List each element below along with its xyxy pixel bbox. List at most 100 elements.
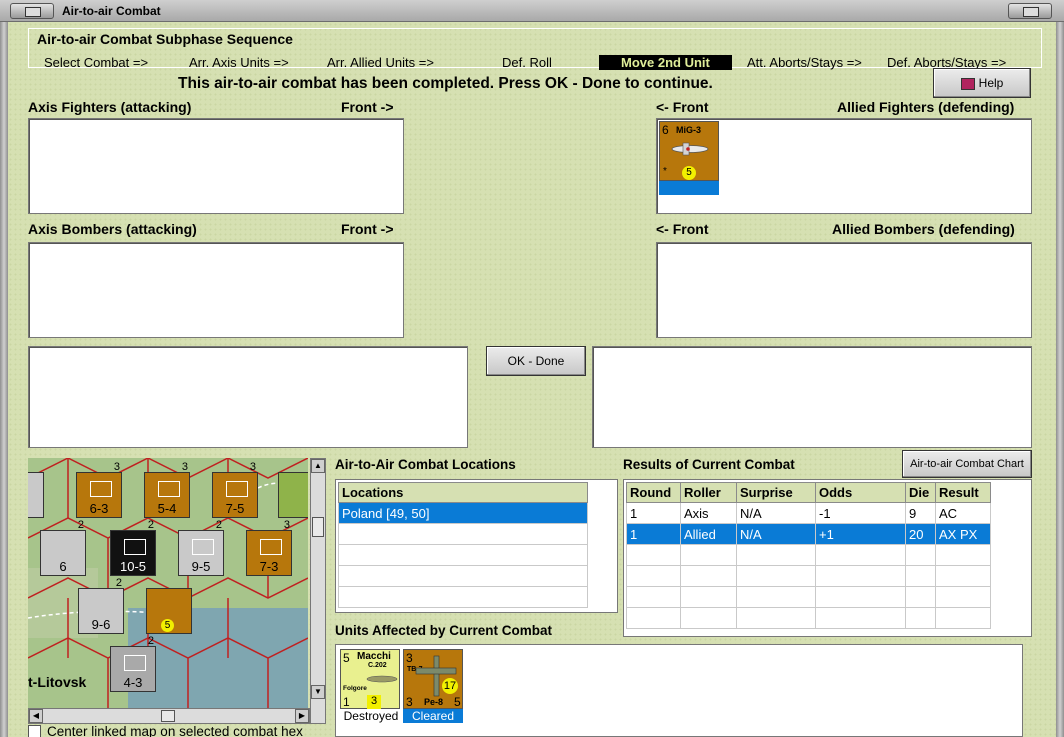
- counter-strength: 6: [662, 123, 669, 137]
- cell: -1: [815, 502, 906, 524]
- col-roller: Roller: [680, 482, 737, 503]
- cell: 9: [905, 502, 936, 524]
- window-title: Air-to-air Combat: [62, 4, 161, 18]
- locations-title: Air-to-Air Combat Locations: [335, 457, 516, 472]
- allied-info-box: [592, 346, 1032, 448]
- counter-sub: C.202: [368, 662, 387, 669]
- allied-fighters-front: <- Front: [656, 99, 709, 115]
- infantry-symbol: [226, 481, 248, 497]
- help-button[interactable]: Help: [933, 68, 1031, 98]
- map-counter[interactable]: 2 9-5: [178, 519, 224, 576]
- scroll-down-arrow-icon[interactable]: ▼: [311, 685, 325, 699]
- center-map-label: Center linked map on selected combat hex: [47, 724, 303, 737]
- subphase-sequence: Air-to-air Combat Subphase Sequence Sele…: [28, 28, 1042, 70]
- mig3-counter[interactable]: 6 MiG-3 * 5: [659, 121, 719, 195]
- window-menu-button[interactable]: [10, 3, 54, 19]
- counter-corner: 3: [283, 519, 290, 531]
- map-counter[interactable]: 2 9-6: [78, 577, 124, 634]
- counter-corner: 2: [147, 635, 154, 647]
- counter-br: 5: [454, 695, 461, 709]
- cell: N/A: [736, 523, 816, 545]
- axis-bombers-box[interactable]: [28, 242, 404, 338]
- infantry-symbol: [90, 481, 112, 497]
- table-row: [626, 607, 991, 629]
- cell: Axis: [680, 502, 737, 524]
- locations-list[interactable]: Locations Poland [49, 50]: [335, 479, 618, 613]
- step-move-2nd-unit: Move 2nd Unit: [599, 55, 732, 70]
- empty-row: [338, 586, 588, 608]
- ok-done-button[interactable]: OK - Done: [486, 346, 586, 376]
- table-row[interactable]: 1 Axis N/A -1 9 AC: [626, 502, 991, 524]
- scroll-up-arrow-icon[interactable]: ▲: [311, 459, 325, 473]
- allied-bombers-box[interactable]: [656, 242, 1032, 338]
- scroll-left-arrow-icon[interactable]: ◀: [29, 709, 43, 723]
- counter-corner: 2: [77, 519, 84, 531]
- map-counter-partial[interactable]: [278, 472, 308, 518]
- status-message: This air-to-air combat has been complete…: [178, 75, 713, 92]
- map-counter[interactable]: 3 7-5: [212, 461, 258, 518]
- map-horizontal-scrollbar[interactable]: ◀ ▶: [28, 708, 310, 724]
- counter-value: 6-3: [89, 501, 109, 516]
- map-counter[interactable]: 2 10-5: [110, 519, 156, 576]
- combat-chart-button[interactable]: Air-to-air Combat Chart: [902, 450, 1032, 478]
- map-vertical-scrollbar[interactable]: ▲ ▼: [310, 458, 326, 724]
- col-die: Die: [905, 482, 936, 503]
- scroll-thumb[interactable]: [312, 517, 324, 537]
- step-def-roll: Def. Roll: [502, 55, 552, 70]
- col-round: Round: [626, 482, 681, 503]
- counter-top: 5: [343, 651, 350, 665]
- counter-value: 9-5: [191, 559, 211, 574]
- table-row[interactable]: 1 Allied N/A +1 20 AX PX: [626, 523, 991, 545]
- empty-row: [338, 544, 588, 566]
- counter-value: 5-4: [157, 501, 177, 516]
- map-counter[interactable]: 2 6: [40, 519, 86, 576]
- infantry-symbol: [124, 655, 146, 671]
- step-att-aborts: Att. Aborts/Stays =>: [747, 55, 862, 70]
- maximize-button[interactable]: [1008, 3, 1052, 19]
- map-counter[interactable]: 3 6-3: [76, 461, 122, 518]
- cell: 1: [626, 502, 681, 524]
- scroll-right-arrow-icon[interactable]: ▶: [295, 709, 309, 723]
- cell: 1: [626, 523, 681, 545]
- map-counter[interactable]: 2 4-3: [110, 635, 156, 692]
- counter-corner: 3: [181, 461, 188, 473]
- map-place-label: t-Litovsk: [28, 674, 87, 690]
- infantry-symbol: [192, 539, 214, 555]
- allied-fighters-box[interactable]: 6 MiG-3 * 5: [656, 118, 1032, 214]
- infantry-symbol: [260, 539, 282, 555]
- counter-star: *: [663, 166, 667, 177]
- map-counter-mig3[interactable]: 5: [146, 588, 192, 634]
- axis-fighters-box[interactable]: [28, 118, 404, 214]
- scroll-thumb[interactable]: [161, 710, 175, 722]
- counter-die: 17: [442, 678, 458, 694]
- empty-row: [338, 523, 588, 545]
- infantry-symbol: [124, 539, 146, 555]
- allied-fighters-label: Allied Fighters (defending): [837, 99, 1015, 115]
- mini-map[interactable]: -5 3 6-3 3 5-4 3 7-5 2 6 2 10-5 2: [28, 458, 308, 708]
- counter-sub: Pe-8: [424, 697, 444, 707]
- cell: AC: [935, 502, 991, 524]
- counter-br: 3: [367, 695, 381, 709]
- counter-body: 3 TB-7 17 3 Pe-8 5: [403, 649, 463, 709]
- locations-header: Locations: [338, 482, 588, 503]
- center-map-checkbox[interactable]: [28, 725, 41, 737]
- sequence-title: Air-to-air Combat Subphase Sequence: [37, 31, 293, 47]
- counter-bl: 1: [343, 695, 350, 709]
- counter-value: 9-6: [91, 617, 111, 632]
- axis-bombers-label: Axis Bombers (attacking): [28, 221, 197, 237]
- dialog-body: Air-to-air Combat Subphase Sequence Sele…: [8, 22, 1056, 737]
- map-counter[interactable]: -5: [28, 472, 44, 518]
- counter-value: 4-3: [123, 675, 143, 690]
- pe8-counter[interactable]: 3 TB-7 17 3 Pe-8 5 Cleared: [403, 649, 463, 723]
- window-frame-left: [0, 22, 8, 737]
- counter-corner: 2: [147, 519, 154, 531]
- results-table-box: Round Roller Surprise Odds Die Result 1 …: [623, 479, 1032, 637]
- counter-corner: 2: [215, 519, 222, 531]
- counter-corner: 3: [113, 461, 120, 473]
- table-row: [626, 586, 991, 608]
- macchi-counter[interactable]: 5 Macchi C.202 Folgore 1 3 Destroyed: [340, 649, 400, 723]
- results-title: Results of Current Combat: [623, 457, 795, 472]
- map-counter[interactable]: 3 5-4: [144, 461, 190, 518]
- location-item[interactable]: Poland [49, 50]: [338, 502, 588, 524]
- map-counter[interactable]: 3 7-3: [246, 519, 292, 576]
